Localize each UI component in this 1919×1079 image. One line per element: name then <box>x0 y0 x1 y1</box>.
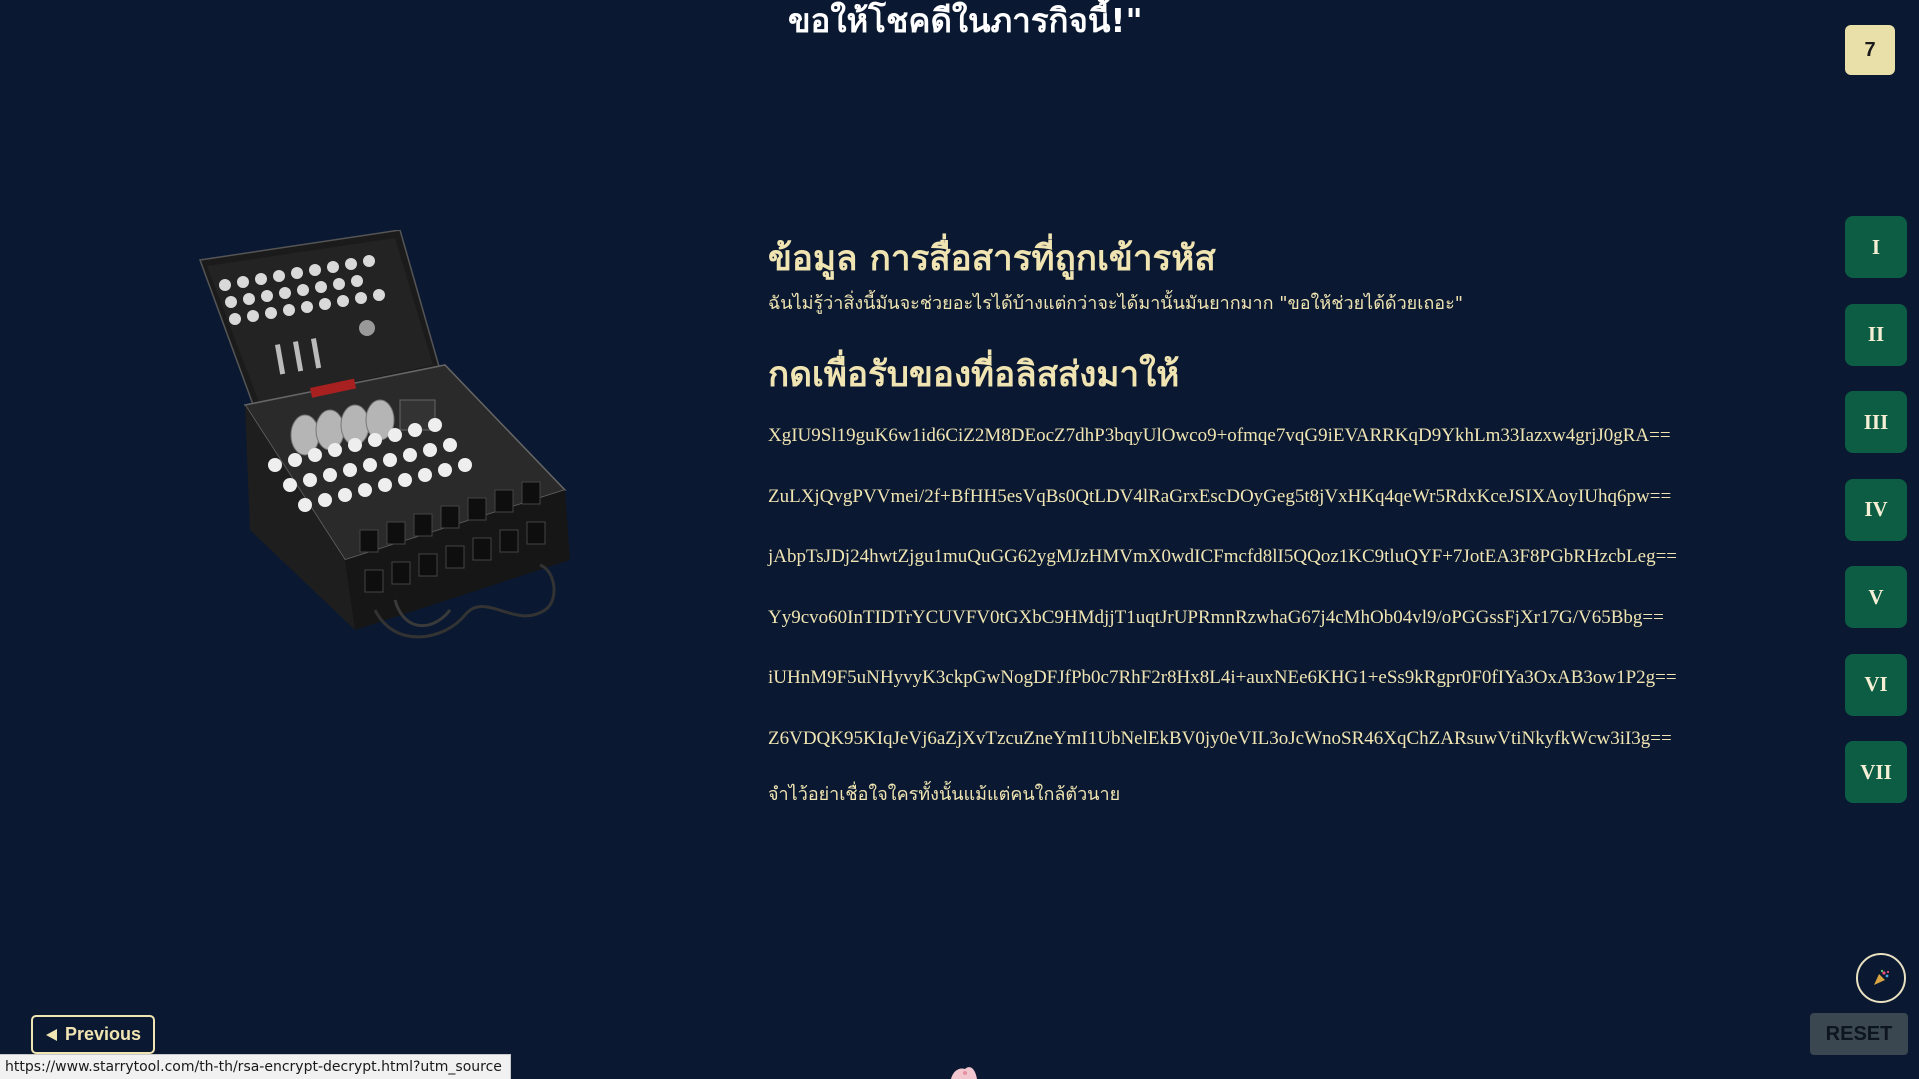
chapter-button-1[interactable]: I <box>1845 216 1907 278</box>
party-popper-icon <box>1874 969 1890 985</box>
encrypted-info-title: ข้อมูล การสื่อสารที่ถูกเข้ารหัส <box>768 239 1216 279</box>
party-button[interactable] <box>1856 953 1906 1003</box>
warning-text: จำไว้อย่าเชื่อใจใครทั้งนั้นแม้แต่คนใกล้ต… <box>768 784 1121 805</box>
flower-icon <box>951 1067 977 1079</box>
chapter-button-2[interactable]: II <box>1845 303 1907 366</box>
chapter-button-4[interactable]: IV <box>1845 478 1907 541</box>
cipher-text[interactable]: XgIU9Sl19guK6w1id6CiZ2M8DEocZ7dhP3bqyUlO… <box>768 424 1768 448</box>
receive-items-title: กดเพื่อรับของที่อลิสส่งมาให้ <box>768 355 1180 395</box>
cipher-text[interactable]: ZuLXjQvgPVVmei/2f+BfHH5esVqBs0QtLDV4lRaG… <box>768 485 1768 509</box>
cipher-text[interactable]: jAbpTsJDj24hwtZjgu1muQuGG62ygMJzHMVmX0wd… <box>768 545 1768 569</box>
chapter-button-7[interactable]: VII <box>1845 741 1907 803</box>
previous-button[interactable]: Previous <box>31 1015 155 1054</box>
chapter-button-3[interactable]: III <box>1845 391 1907 453</box>
chapter-button-6[interactable]: VI <box>1845 653 1907 716</box>
previous-label: Previous <box>64 1024 142 1044</box>
counter-badge: 7 <box>1845 25 1895 75</box>
intro-text: ฉันไม่รู้ว่าสิ่งนี้มันจะช่วยอะไรได้บ้างแ… <box>768 293 1464 314</box>
mission-message: ขอให้โชคดีในภารกิจนี้!" <box>788 1 1143 40</box>
enigma-machine-image <box>198 230 570 639</box>
page: ขอให้โชคดีในภารกิจนี้!" 7 ข้อมูล การสื่อ… <box>0 0 1919 1079</box>
cipher-text[interactable]: Z6VDQK95KIqJeVj6aZjXvTzcuZneYmI1UbNelEkB… <box>768 727 1768 751</box>
cipher-text[interactable]: Yy9cvo60InTIDTrYCUVFV0tGXbC9HMdjjT1uqtJr… <box>768 606 1768 630</box>
chapter-button-5[interactable]: V <box>1845 566 1907 628</box>
reset-button[interactable]: RESET <box>1810 1013 1908 1055</box>
main-content: ข้อมูล การสื่อสารที่ถูกเข้ารหัส ฉันไม่รู… <box>768 232 1768 807</box>
triangle-left-icon <box>45 1028 57 1041</box>
status-bar-url: https://www.starrytool.com/th-th/rsa-enc… <box>0 1054 511 1079</box>
cipher-list: XgIU9Sl19guK6w1id6CiZ2M8DEocZ7dhP3bqyUlO… <box>768 424 1768 751</box>
cipher-text[interactable]: iUHnM9F5uNHyvyK3ckpGwNogDFJfPb0c7RhF2r8H… <box>768 666 1768 690</box>
chapter-nav: I II III IV V VI VII <box>1845 216 1907 829</box>
